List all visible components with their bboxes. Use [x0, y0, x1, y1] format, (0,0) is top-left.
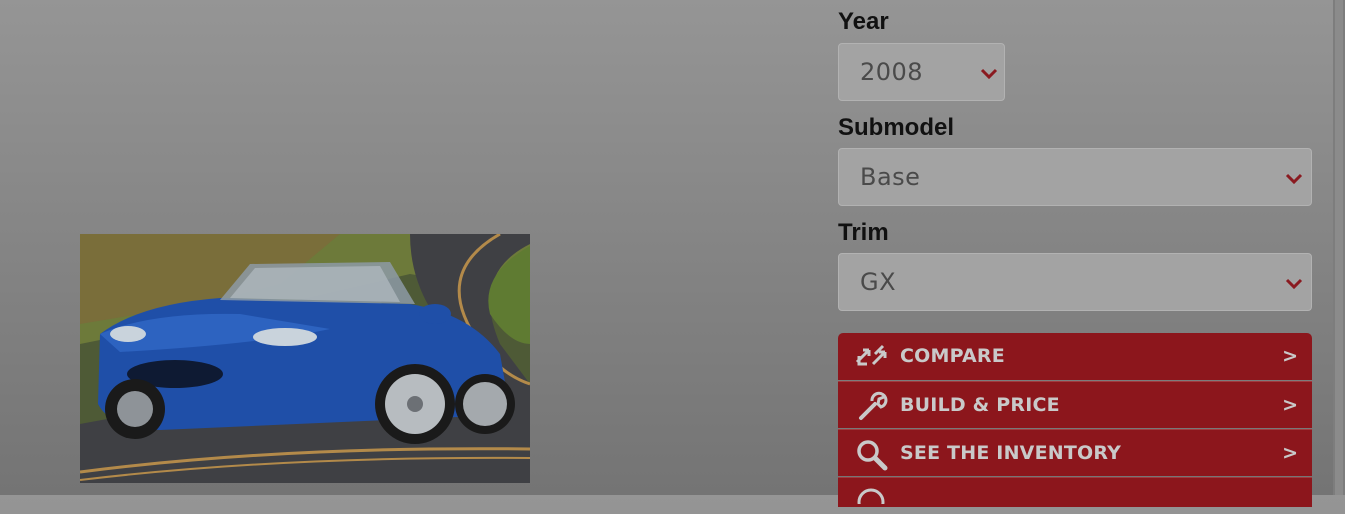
year-label: Year — [838, 8, 889, 35]
submodel-select-value: Base — [860, 163, 921, 191]
scrollbar-thumb[interactable] — [1335, 0, 1343, 495]
year-select-value: 2008 — [860, 58, 924, 86]
compare-label: COMPARE — [900, 345, 1005, 367]
compare-button[interactable]: COMPARE > — [838, 333, 1312, 380]
compare-arrow: > — [1282, 345, 1298, 367]
next-action-button-partial[interactable] — [838, 477, 1312, 514]
year-select[interactable]: 2008 — [838, 43, 1005, 101]
chevron-down-icon — [980, 68, 998, 80]
submodel-select[interactable]: Base — [838, 148, 1312, 206]
chevron-down-icon — [1285, 278, 1303, 290]
build-price-label: BUILD & PRICE — [900, 394, 1060, 416]
scrollbar-track[interactable] — [1333, 0, 1345, 495]
trim-label: Trim — [838, 219, 889, 246]
vehicle-photo — [80, 234, 530, 483]
search-icon — [855, 439, 889, 471]
chevron-down-icon — [1285, 173, 1303, 185]
circle-icon — [855, 484, 889, 514]
see-inventory-label: SEE THE INVENTORY — [900, 442, 1122, 464]
see-inventory-arrow: > — [1282, 442, 1298, 464]
build-price-arrow: > — [1282, 394, 1298, 416]
trim-select-value: GX — [860, 268, 897, 296]
submodel-label: Submodel — [838, 114, 955, 141]
trim-select[interactable]: GX — [838, 253, 1312, 311]
wrench-icon — [855, 391, 889, 421]
build-price-button[interactable]: BUILD & PRICE > — [838, 381, 1312, 428]
compare-arrows-icon — [855, 342, 889, 372]
see-inventory-button[interactable]: SEE THE INVENTORY > — [838, 429, 1312, 476]
